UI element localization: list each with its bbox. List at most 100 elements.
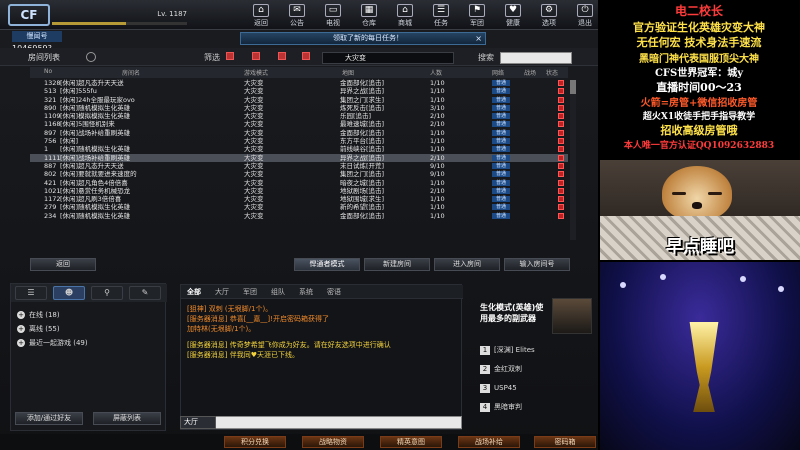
- search-friend-tab-icon[interactable]: ⚲: [91, 286, 123, 300]
- stream-text-line: CFS世界冠军：城y: [654, 68, 744, 79]
- chat-tab[interactable]: 密语: [327, 287, 341, 297]
- back-button[interactable]: 返回: [30, 258, 96, 271]
- chat-tab[interactable]: 全部: [187, 287, 201, 297]
- table-row[interactable]: 513 [休闲]555fu 大灾变 异界之战[追击] 1/10 普通: [30, 87, 568, 95]
- create-room-button[interactable]: 新建房间: [364, 258, 430, 271]
- chat-input[interactable]: [180, 416, 462, 429]
- add-friend-button[interactable]: 添加/通过好友: [15, 412, 83, 425]
- nav-item-1[interactable]: ✉ 公告: [280, 2, 314, 30]
- block-list-button[interactable]: 屏蔽列表: [93, 412, 161, 425]
- nav-label: 电视: [326, 19, 340, 27]
- nav-item-8[interactable]: ⚙ 选项: [532, 2, 566, 30]
- lock-icon: [558, 104, 564, 111]
- nav-item-2[interactable]: ▭ 电视: [316, 2, 350, 30]
- cell-count: 1/10: [430, 211, 445, 220]
- friend-group-offline[interactable]: + 离线 (55): [17, 324, 60, 334]
- cell-map: 地狱剧场[追击]: [340, 186, 385, 195]
- lock-icon: [558, 138, 564, 145]
- nav-item-4[interactable]: ⌂ 商城: [388, 2, 422, 30]
- nav-icon: ⌂: [397, 4, 413, 17]
- dog-face: [662, 166, 732, 220]
- dog-eye: [708, 192, 722, 195]
- filter-checkbox-1[interactable]: [226, 52, 234, 60]
- table-row[interactable]: 1111 [休闲]战场补给重刷英雄 大灾变 异界之战[追击] 2/10 普通: [30, 153, 568, 162]
- user-level: Lv. 1187: [157, 10, 187, 18]
- table-row[interactable]: 890 [休闲]随机模拟生化英雄 大灾变 炼死反击[追击] 3/10 普通: [30, 104, 568, 112]
- friend-group-online[interactable]: + 在线 (18): [17, 310, 60, 320]
- enter-room-number-button[interactable]: 输入房间号: [504, 258, 570, 271]
- cell-map: 异界之战[追击]: [340, 87, 385, 96]
- cell-name: [休闲]5围怪机别来: [60, 120, 115, 129]
- lock-icon: [558, 129, 564, 136]
- cell-map: 集团之门[求生]: [340, 95, 385, 104]
- cell-name: [休闲]随机模拟生化英雄: [60, 103, 131, 112]
- nav-item-7[interactable]: ♥ 健康: [496, 2, 530, 30]
- scroll-thumb[interactable]: [570, 80, 576, 94]
- join-room-button[interactable]: 进入房间: [434, 258, 500, 271]
- table-row[interactable]: 321 [休闲]24h全服最玩家ovo 大灾变 集团之门[求生] 1/10 普通: [30, 96, 568, 104]
- lock-icon: [558, 196, 564, 203]
- user-level-bar: Lv. 1187: [52, 10, 187, 25]
- table-row[interactable]: 897 [休闲]战场补给重刷英雄 大灾变 金面部化[追击] 1/10 普通: [30, 129, 568, 137]
- lock-icon: [558, 113, 564, 120]
- filter-checkbox-3[interactable]: [278, 52, 286, 60]
- weapon-name: 黑暗审判: [494, 403, 522, 411]
- nav-icon: ♥: [505, 4, 521, 17]
- cell-name: [休闲]555fu: [60, 87, 97, 96]
- table-row[interactable]: 279 [休闲]随机模拟生化英雄 大灾变 新的希望[追击] 1/10 普通: [30, 203, 568, 211]
- chat-tab[interactable]: 大厅: [215, 287, 229, 297]
- table-row[interactable]: 1328 [休闲]超凡态升天天送 大灾变 金面部化[追击] 1/10 普通: [30, 79, 568, 87]
- refresh-icon[interactable]: [86, 52, 96, 62]
- cell-count: 2/10: [430, 112, 445, 121]
- search-input[interactable]: [500, 52, 572, 64]
- bottom-button[interactable]: 战略物资: [302, 436, 364, 448]
- cell-mode: 大灾变: [244, 112, 264, 121]
- message-tag: [狙神]: [187, 305, 207, 313]
- table-row[interactable]: 234 [休闲]随机模拟生化英雄 大灾变 金面部化[追击] 1/10 普通: [30, 212, 568, 220]
- cell-map: 最难速城[追击]: [340, 120, 385, 129]
- chat-tab[interactable]: 系统: [299, 287, 313, 297]
- spectate-button[interactable]: 悍通者模式: [294, 258, 360, 271]
- chat-tab[interactable]: 组队: [271, 287, 285, 297]
- nav-item-5[interactable]: ☰ 任务: [424, 2, 458, 30]
- cell-no: 887: [44, 161, 57, 170]
- stage-light: [620, 282, 626, 288]
- table-row[interactable]: 1 [休闲]随机模拟生化英雄 大灾变 前线峡谷[追击] 1/10 普通: [30, 145, 568, 153]
- table-row[interactable]: 1168 [休闲]5围怪机别来 大灾变 最难速城[追击] 2/10 普通: [30, 120, 568, 128]
- bottom-button[interactable]: 积分兑换: [224, 436, 286, 448]
- cell-name: [休闲]模拟模拟生化英雄: [60, 112, 131, 121]
- bottom-button[interactable]: 密码箱: [534, 436, 596, 448]
- chat-channel-select[interactable]: 大厅: [180, 416, 216, 429]
- exp-bar-fill: [52, 22, 127, 25]
- nav-label: 退出: [578, 19, 592, 27]
- chat-tab[interactable]: 军团: [243, 287, 257, 297]
- filter-checkbox-4[interactable]: [302, 52, 310, 60]
- nav-item-6[interactable]: ⚑ 军团: [460, 2, 494, 30]
- table-row[interactable]: 421 [休闲]超凡角色4倍倍喜 大灾变 暗夜之城[追击] 1/10 普通: [30, 179, 568, 187]
- room-list-scrollbar[interactable]: [570, 80, 576, 240]
- group-tab-icon[interactable]: ☻: [53, 286, 85, 300]
- nav-item-3[interactable]: ▦ 仓库: [352, 2, 386, 30]
- close-icon[interactable]: ×: [475, 33, 482, 44]
- nav-item-0[interactable]: ⌂ 返回: [244, 2, 278, 30]
- cell-map: 金面部化[追击]: [340, 211, 385, 220]
- friends-tab-icon[interactable]: ☰: [15, 286, 47, 300]
- table-row[interactable]: 802 [休闲]要就就要进来速度的 大灾变 集团之门[追击] 9/10 普通: [30, 170, 568, 178]
- edit-tab-icon[interactable]: ✎: [129, 286, 161, 300]
- mode-filter-select[interactable]: 大灾变: [322, 52, 454, 64]
- network-badge: 普通: [492, 113, 510, 120]
- filter-checkbox-2[interactable]: [252, 52, 260, 60]
- network-badge: 普通: [492, 179, 510, 186]
- col-network: 网络: [492, 70, 505, 77]
- cell-no: 897: [44, 128, 57, 137]
- table-row[interactable]: 1021 [休闲]悬赏任务机械恐龙 大灾变 地狱剧场[追击] 2/10 普通: [30, 187, 568, 195]
- bottom-button[interactable]: 战场补给: [458, 436, 520, 448]
- stream-text-line: 直播时间00～23: [656, 80, 742, 94]
- nav-item-9[interactable]: ⏻ 退出: [568, 2, 598, 30]
- bottom-button[interactable]: 精英意图: [380, 436, 442, 448]
- mission-banner[interactable]: 领取了新的每日任务！ ×: [240, 32, 486, 45]
- expand-icon: +: [17, 325, 25, 333]
- friend-group-recent[interactable]: + 最近一起游戏 (49): [17, 338, 88, 348]
- lock-icon: [558, 187, 564, 194]
- lock-icon: [558, 212, 564, 219]
